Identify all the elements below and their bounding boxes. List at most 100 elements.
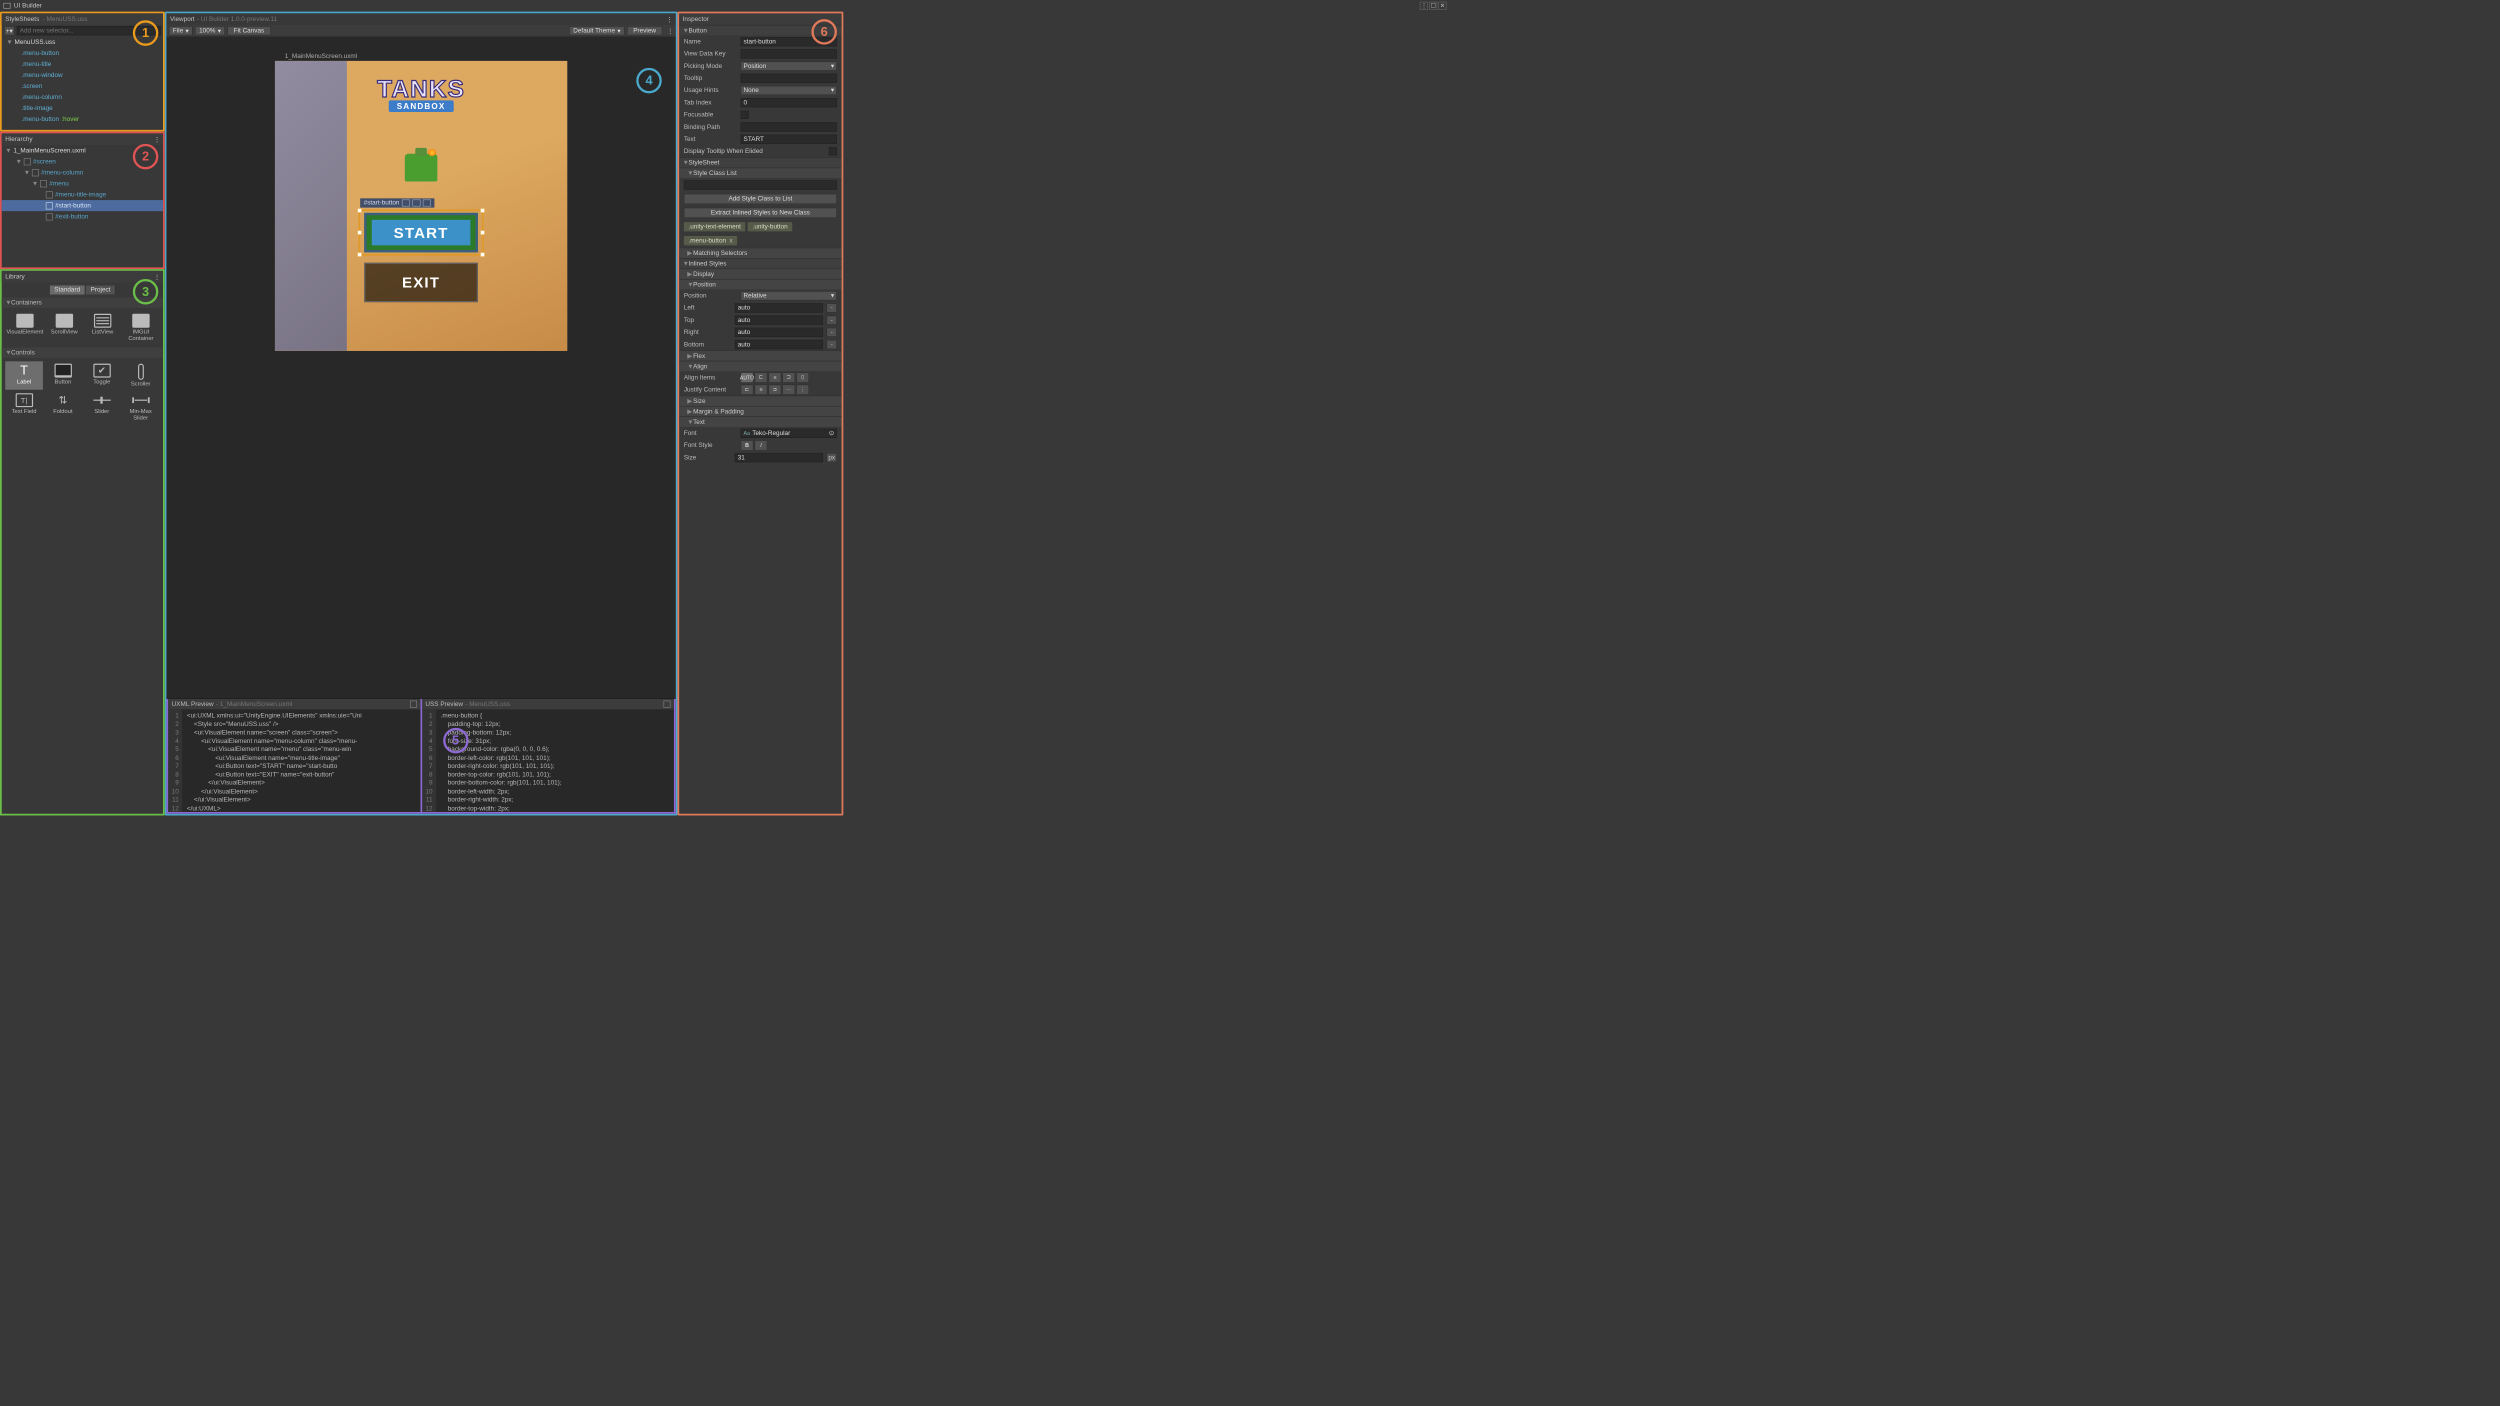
kebab-icon[interactable]: ⋮ bbox=[154, 135, 160, 143]
theme-dropdown[interactable]: Default Theme▾ bbox=[569, 26, 624, 35]
align-section[interactable]: ▼Align bbox=[679, 361, 841, 371]
bottom-field[interactable] bbox=[735, 340, 823, 349]
hierarchy-node[interactable]: ▼#menu bbox=[2, 178, 163, 189]
flex-section[interactable]: ▶Flex bbox=[679, 350, 841, 360]
uxml-code[interactable]: <ui:UXML xmlns:ui="UnityEngine.UIElement… bbox=[182, 709, 366, 812]
selector-row[interactable]: .menu-window bbox=[2, 70, 163, 81]
library-tab-project[interactable]: Project bbox=[85, 285, 115, 295]
position-section[interactable]: ▼Position bbox=[679, 279, 841, 289]
class-chip[interactable]: .menu-buttonx bbox=[684, 236, 738, 245]
selector-row[interactable]: .screen bbox=[2, 81, 163, 92]
viewdatakey-field[interactable] bbox=[741, 49, 837, 58]
lib-listview[interactable]: ListView bbox=[84, 311, 121, 343]
class-chip[interactable]: .unity-button bbox=[748, 222, 792, 231]
start-button[interactable]: START bbox=[364, 213, 478, 252]
justify-center-button[interactable]: ≡ bbox=[755, 384, 768, 394]
text-field[interactable] bbox=[741, 134, 837, 143]
align-icon[interactable] bbox=[423, 200, 431, 207]
hierarchy-node[interactable]: #menu-title-image bbox=[2, 189, 163, 200]
lib-textfield[interactable]: T|Text Field bbox=[5, 391, 43, 423]
canvas[interactable]: TANKS SANDBOX #start-button STA bbox=[275, 61, 567, 351]
add-selector-button[interactable]: +▾ bbox=[4, 26, 14, 35]
selector-row[interactable]: .menu-button bbox=[2, 48, 163, 59]
justify-around-button[interactable]: ⋮ bbox=[796, 384, 809, 394]
controls-header[interactable]: ▼Controls bbox=[2, 347, 163, 357]
hierarchy-node[interactable]: #exit-button bbox=[2, 211, 163, 222]
focusable-checkbox[interactable] bbox=[741, 110, 749, 118]
kebab-icon[interactable]: ⋮ bbox=[666, 15, 672, 23]
styleclass-input[interactable] bbox=[684, 180, 837, 189]
uss-file-row[interactable]: ▼ MenuUSS.uss bbox=[2, 37, 163, 48]
selector-row[interactable]: .menu-button:hover bbox=[2, 114, 163, 125]
hierarchy-node[interactable]: ▼#screen bbox=[2, 156, 163, 167]
library-tab-standard[interactable]: Standard bbox=[49, 285, 85, 295]
styleclasslist-section[interactable]: ▼Style Class List bbox=[679, 168, 841, 178]
window-maximize-icon[interactable]: ☐ bbox=[1429, 2, 1437, 10]
hierarchy-node[interactable]: ▼#menu-column bbox=[2, 167, 163, 178]
window-more-icon[interactable]: ⋮ bbox=[1420, 2, 1428, 10]
zoom-dropdown[interactable]: 100%▾ bbox=[195, 26, 225, 35]
left-field[interactable] bbox=[735, 303, 823, 312]
remove-chip-icon[interactable]: x bbox=[730, 237, 733, 244]
usagehints-dropdown[interactable]: None▾ bbox=[741, 86, 837, 95]
right-field[interactable] bbox=[735, 327, 823, 336]
justify-end-button[interactable]: ⊐ bbox=[769, 384, 782, 394]
align-icon[interactable] bbox=[402, 200, 410, 207]
selector-row[interactable]: .menu-column bbox=[2, 92, 163, 103]
file-menu[interactable]: File▾ bbox=[169, 26, 193, 35]
tooltip-elided-checkbox[interactable] bbox=[829, 147, 837, 155]
popout-icon[interactable] bbox=[410, 701, 417, 708]
selector-row[interactable]: .menu-title bbox=[2, 59, 163, 70]
top-field[interactable] bbox=[735, 315, 823, 324]
extract-styles-button[interactable]: Extract Inlined Styles to New Class bbox=[684, 208, 837, 218]
italic-button[interactable]: I bbox=[755, 440, 768, 450]
justify-start-button[interactable]: ⊏ bbox=[741, 384, 754, 394]
size-section[interactable]: ▶Size bbox=[679, 396, 841, 406]
uss-code[interactable]: .menu-button { padding-top: 12px; paddin… bbox=[436, 709, 566, 812]
selector-input[interactable] bbox=[17, 26, 161, 35]
unit-button[interactable]: - bbox=[826, 340, 836, 349]
lib-scroller[interactable]: Scroller bbox=[122, 361, 160, 389]
lib-scrollview[interactable]: ScrollView bbox=[46, 311, 83, 343]
lib-foldout[interactable]: ⇅Foldout bbox=[44, 391, 82, 423]
unit-button[interactable]: - bbox=[826, 315, 836, 324]
kebab-icon[interactable]: ⋮ bbox=[154, 273, 160, 281]
fontsize-field[interactable] bbox=[735, 453, 823, 462]
align-start-button[interactable]: ⊏ bbox=[755, 372, 768, 382]
lib-toggle[interactable]: ✔Toggle bbox=[83, 361, 121, 389]
hierarchy-node-selected[interactable]: #start-button bbox=[2, 200, 163, 211]
object-picker-icon[interactable]: ⊙ bbox=[829, 429, 834, 437]
bindingpath-field[interactable] bbox=[741, 122, 837, 131]
align-center-button[interactable]: ≡ bbox=[769, 372, 782, 382]
canvas-area[interactable]: 4 1_MainMenuScreen.uxml TANKS SANDBOX #s… bbox=[166, 37, 675, 698]
margin-padding-section[interactable]: ▶Margin & Padding bbox=[679, 406, 841, 416]
pickingmode-dropdown[interactable]: Position▾ bbox=[741, 61, 837, 70]
hierarchy-file-row[interactable]: ▼ 1_MainMenuScreen.uxml bbox=[2, 145, 163, 156]
selected-element-outline[interactable]: #start-button START bbox=[358, 209, 483, 255]
lib-label[interactable]: TLabel bbox=[5, 361, 43, 389]
stylesheet-section[interactable]: ▼StyleSheet bbox=[679, 157, 841, 167]
preview-button[interactable]: Preview bbox=[627, 26, 662, 35]
popout-icon[interactable] bbox=[664, 701, 671, 708]
font-field[interactable]: AaTeko-Regular⊙ bbox=[741, 428, 837, 437]
lib-slider[interactable]: Slider bbox=[83, 391, 121, 423]
display-section[interactable]: ▶Display bbox=[679, 269, 841, 279]
unit-button[interactable]: - bbox=[826, 327, 836, 336]
window-close-icon[interactable]: ✕ bbox=[1438, 2, 1446, 10]
text-section[interactable]: ▼Text bbox=[679, 416, 841, 426]
position-dropdown[interactable]: Relative▾ bbox=[741, 291, 837, 300]
lib-visualelement[interactable]: VisualElement bbox=[5, 311, 44, 343]
exit-button[interactable]: EXIT bbox=[364, 263, 478, 302]
kebab-icon[interactable]: ⋮ bbox=[667, 27, 673, 35]
lib-button[interactable]: Button bbox=[44, 361, 82, 389]
align-stretch-button[interactable]: ▯ bbox=[796, 372, 809, 382]
add-styleclass-button[interactable]: Add Style Class to List bbox=[684, 194, 837, 204]
tooltip-field[interactable] bbox=[741, 73, 837, 82]
fit-canvas-button[interactable]: Fit Canvas bbox=[227, 26, 270, 35]
tabindex-field[interactable] bbox=[741, 98, 837, 107]
class-chip[interactable]: .unity-text-element bbox=[684, 222, 746, 231]
containers-header[interactable]: ▼Containers bbox=[2, 298, 163, 308]
inlined-styles-section[interactable]: ▼Inlined Styles bbox=[679, 258, 841, 268]
justify-between-button[interactable]: ⋯ bbox=[782, 384, 795, 394]
matching-selectors-section[interactable]: ▶Matching Selectors bbox=[679, 248, 841, 258]
